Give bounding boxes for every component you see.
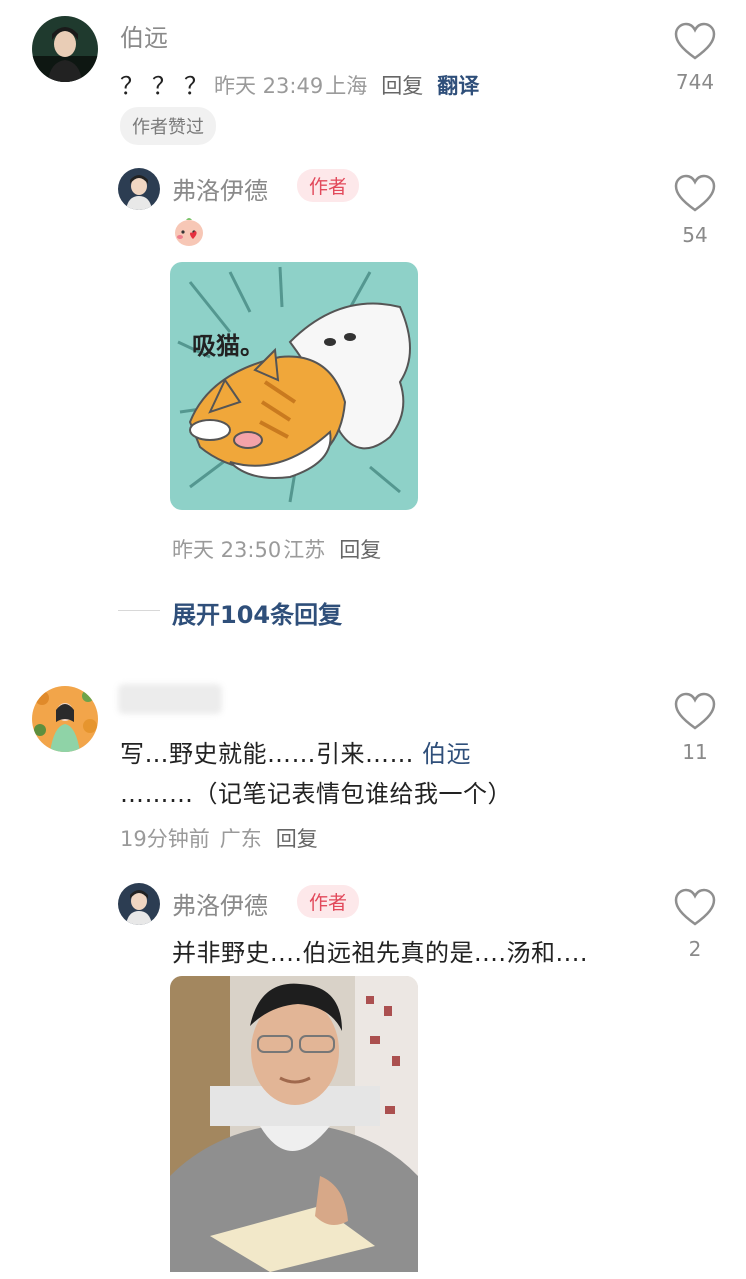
like-count: 54 xyxy=(682,223,708,247)
reply-username[interactable]: 弗洛伊德 xyxy=(172,171,268,206)
cat-sticker[interactable]: 吸猫。 xyxy=(170,262,418,510)
reply-button[interactable]: 回复 xyxy=(339,538,381,562)
reply-username[interactable]: 弗洛伊德 xyxy=(172,886,268,921)
blurred-username[interactable] xyxy=(118,684,222,714)
author-liked-chip: 作者赞过 xyxy=(120,107,216,145)
heart-icon xyxy=(674,174,716,212)
like-count: 2 xyxy=(688,937,702,961)
comment-time: 19分钟前 xyxy=(120,827,210,851)
like-count: 11 xyxy=(682,740,708,764)
like-button[interactable] xyxy=(673,22,717,62)
heart-icon xyxy=(674,22,716,60)
avatar-commenter[interactable] xyxy=(32,686,98,752)
like-button[interactable] xyxy=(673,888,717,928)
reply-meta: 昨天 23:50江苏 回复 xyxy=(172,534,381,564)
like-button[interactable] xyxy=(673,692,717,732)
mention-link[interactable]: 伯远 xyxy=(422,740,471,768)
avatar-author[interactable] xyxy=(118,168,160,210)
author-badge: 作者 xyxy=(297,885,360,918)
comment-text: ？？？ xyxy=(120,72,216,100)
reply-text: 并非野史....伯远祖先真的是....汤和.... xyxy=(172,939,589,967)
comment-meta: 昨天 23:49上海 回复 翻译 xyxy=(214,70,479,100)
comment-text-part2: ………（记笔记表情包谁给我一个） xyxy=(120,780,512,808)
heart-icon xyxy=(674,888,716,926)
reply-button[interactable]: 回复 xyxy=(276,827,318,851)
comment-text: 写…野史就能……引来…… 伯远 ………（记笔记表情包谁给我一个） xyxy=(120,734,590,814)
comment-location: 广东 xyxy=(219,827,262,851)
expand-divider xyxy=(118,610,160,611)
note-taking-photo[interactable] xyxy=(170,976,418,1272)
comment-location: 上海 xyxy=(325,74,368,98)
comment-meta: 19分钟前 广东 回复 xyxy=(120,823,318,853)
expand-replies-button[interactable]: 展开104条回复 xyxy=(172,595,342,630)
avatar-author[interactable] xyxy=(118,883,160,925)
heart-icon xyxy=(674,692,716,730)
reply-button[interactable]: 回复 xyxy=(381,74,423,98)
blush-face-emoji xyxy=(172,214,206,252)
translate-button[interactable]: 翻译 xyxy=(437,74,479,98)
reply-location: 江苏 xyxy=(283,538,326,562)
author-badge: 作者 xyxy=(297,169,360,202)
comment-username[interactable]: 伯远 xyxy=(120,18,168,53)
comment-text-part1: 写…野史就能……引来…… xyxy=(120,740,423,768)
comment-time: 昨天 23:49 xyxy=(214,74,324,98)
sticker-text: 吸猫。 xyxy=(192,332,264,360)
avatar-boyuan[interactable] xyxy=(32,16,98,82)
reply-time: 昨天 23:50 xyxy=(172,538,282,562)
like-count: 744 xyxy=(675,70,715,94)
like-button[interactable] xyxy=(673,174,717,214)
